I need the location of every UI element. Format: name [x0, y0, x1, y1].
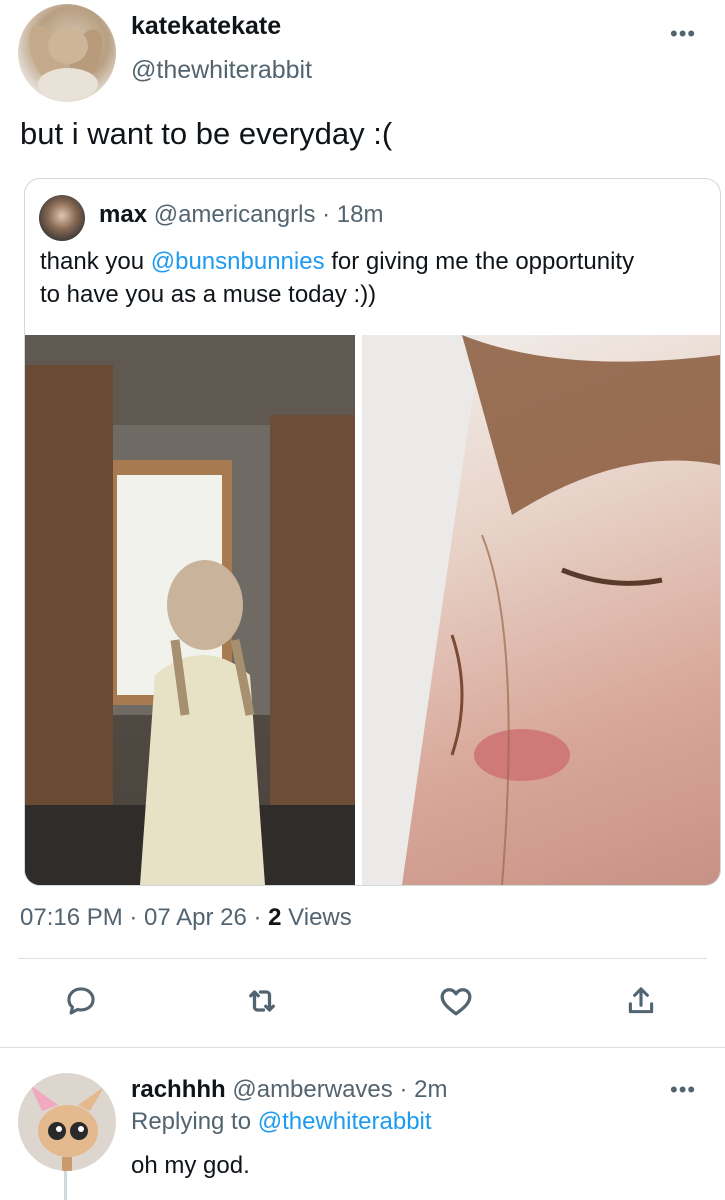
retweet-icon: [249, 990, 275, 1012]
quoted-photo-window[interactable]: [25, 335, 355, 885]
replying-to-prefix: Replying to: [131, 1108, 258, 1135]
tweet-timestamp[interactable]: 07:16 PM · 07 Apr 26 ·: [20, 904, 268, 931]
views-label: Views: [281, 904, 352, 931]
main-author-handle[interactable]: @thewhiterabbit: [131, 56, 312, 85]
reply-author-handle-time[interactable]: @amberwaves · 2m: [226, 1076, 447, 1103]
reply-icon: [67, 987, 95, 1015]
quoted-tweet-card[interactable]: max @americangrls · 18m thank you @bunsn…: [24, 178, 721, 886]
bunny-avatar-image: [29, 25, 103, 100]
main-more-options-icon[interactable]: •••: [670, 23, 696, 45]
meta-divider: [18, 958, 707, 959]
share-button[interactable]: [619, 979, 663, 1023]
quoted-author-name[interactable]: max: [99, 201, 147, 228]
main-author-name[interactable]: katekatekate: [131, 12, 281, 41]
toy-avatar-image: [30, 1085, 104, 1171]
main-author-avatar[interactable]: [18, 4, 116, 102]
quoted-author-handle-time[interactable]: @americangrls · 18m: [154, 201, 384, 228]
tweet-meta-line: 07:16 PM · 07 Apr 26 · 2 Views: [20, 904, 352, 932]
quoted-photo-face[interactable]: [362, 335, 720, 885]
heart-icon: [440, 988, 472, 1016]
like-button[interactable]: [434, 979, 478, 1023]
actions-divider: [0, 1047, 725, 1048]
reply-author-line: rachhhh @amberwaves · 2m: [131, 1076, 447, 1104]
quoted-author-line: max @americangrls · 18m: [99, 201, 383, 229]
quoted-tweet-text: thank you @bunsnbunnies for giving me th…: [40, 245, 640, 311]
views-count: 2: [268, 904, 282, 931]
face-closeup-image: [362, 335, 720, 885]
reply-more-options-icon[interactable]: •••: [670, 1079, 696, 1101]
retweet-button[interactable]: [240, 979, 284, 1023]
reply-author-name[interactable]: rachhhh: [131, 1076, 226, 1103]
replying-to-link[interactable]: @thewhiterabbit: [258, 1108, 432, 1135]
replying-to-line: Replying to @thewhiterabbit: [131, 1108, 432, 1136]
reply-author-avatar[interactable]: [18, 1073, 116, 1171]
window-scene-image: [25, 335, 355, 885]
reply-button[interactable]: [59, 979, 103, 1023]
reply-text: oh my god.: [131, 1152, 250, 1179]
quoted-mention-link[interactable]: @bunsnbunnies: [151, 248, 325, 275]
main-tweet-text: but i want to be everyday :(: [20, 116, 393, 151]
quoted-author-avatar[interactable]: [39, 195, 85, 241]
share-icon: [628, 987, 654, 1014]
quoted-text-before: thank you: [40, 248, 151, 275]
thread-line: [64, 1168, 67, 1200]
